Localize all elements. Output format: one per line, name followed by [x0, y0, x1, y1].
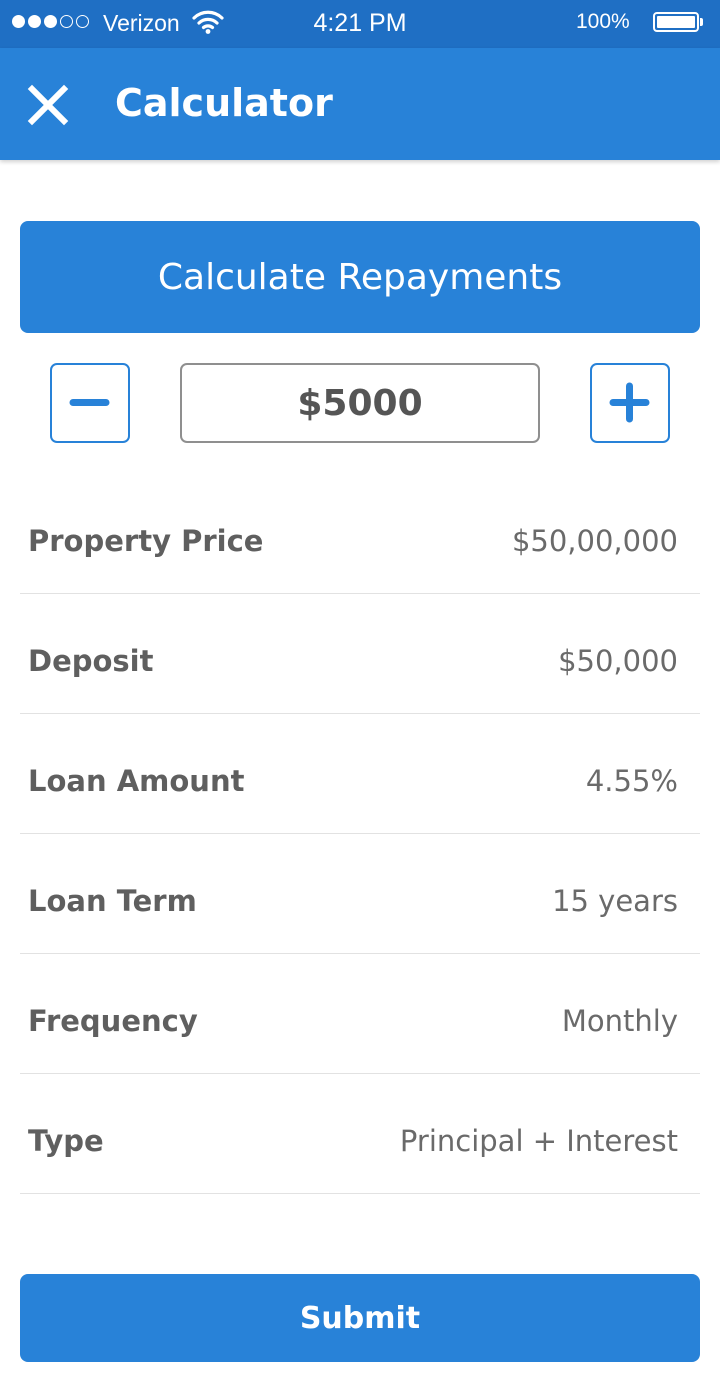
- detail-value: Principal + Interest: [399, 1124, 678, 1158]
- minus-icon: [69, 399, 110, 406]
- detail-row-loan-amount[interactable]: Loan Amount 4.55%: [20, 714, 700, 834]
- detail-row-loan-term[interactable]: Loan Term 15 years: [20, 834, 700, 954]
- battery-level: [657, 16, 695, 28]
- submit-button[interactable]: Submit: [20, 1274, 700, 1362]
- battery-icon: [653, 12, 699, 32]
- detail-label: Loan Term: [28, 884, 197, 918]
- detail-value: 15 years: [552, 884, 678, 918]
- detail-value: 4.55%: [585, 764, 678, 798]
- detail-label: Type: [28, 1124, 104, 1158]
- detail-row-deposit[interactable]: Deposit $50,000: [20, 594, 700, 714]
- detail-value: Monthly: [561, 1004, 678, 1038]
- detail-label: Deposit: [28, 644, 154, 678]
- page-title: Calculator: [115, 81, 333, 125]
- amount-field[interactable]: $5000: [180, 363, 540, 443]
- detail-row-type[interactable]: Type Principal + Interest: [20, 1074, 700, 1194]
- detail-row-frequency[interactable]: Frequency Monthly: [20, 954, 700, 1074]
- close-button[interactable]: [26, 83, 70, 127]
- detail-label: Property Price: [28, 524, 264, 558]
- loan-details-list: Property Price $50,00,000 Deposit $50,00…: [20, 474, 700, 1194]
- decrement-button[interactable]: [50, 363, 130, 443]
- battery-terminal: [700, 18, 703, 26]
- plus-icon: [609, 382, 650, 423]
- status-bar: Verizon 4:21 PM 100%: [0, 0, 720, 48]
- app-bar: Calculator: [0, 48, 720, 160]
- detail-row-property-price[interactable]: Property Price $50,00,000: [20, 474, 700, 594]
- detail-value: $50,000: [558, 644, 678, 678]
- detail-label: Loan Amount: [28, 764, 245, 798]
- detail-label: Frequency: [28, 1004, 198, 1038]
- increment-button[interactable]: [590, 363, 670, 443]
- calculate-repayments-button[interactable]: Calculate Repayments: [20, 221, 700, 333]
- battery-percentage: 100%: [576, 10, 630, 33]
- detail-value: $50,00,000: [511, 524, 678, 558]
- close-icon: [27, 84, 69, 126]
